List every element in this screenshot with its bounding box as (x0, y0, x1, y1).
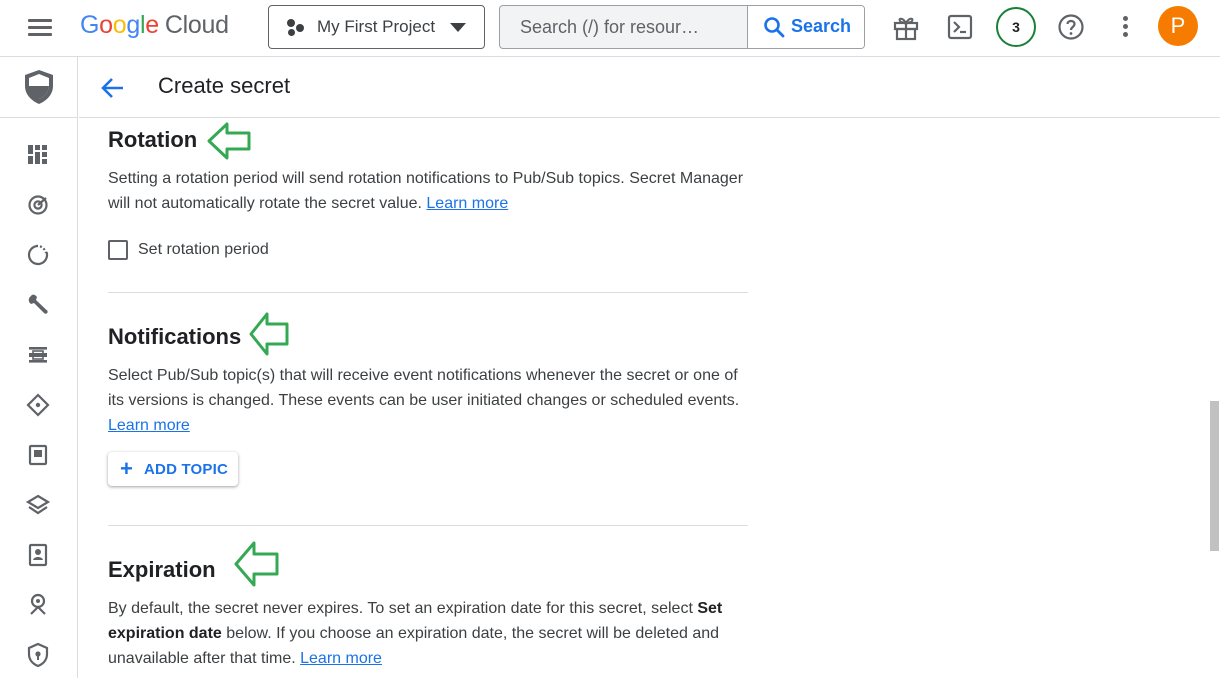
project-icon (287, 19, 305, 37)
expiration-learn-more-link[interactable]: Learn more (300, 650, 382, 667)
project-picker[interactable]: My First Project (268, 5, 485, 49)
rotation-description: Setting a rotation period will send rota… (108, 170, 744, 212)
shield-icon[interactable] (22, 68, 56, 106)
search-button-label: Search (791, 16, 852, 36)
help-icon[interactable] (1055, 11, 1087, 43)
page-header: Create secret (79, 57, 1220, 118)
lock-doc-icon[interactable] (24, 441, 52, 469)
gift-icon[interactable] (890, 11, 922, 43)
main-menu-icon[interactable] (28, 17, 54, 37)
notifications-title: Notifications (108, 324, 242, 349)
project-name: My First Project (317, 17, 436, 36)
target-icon[interactable] (24, 191, 52, 219)
expiration-title: Expiration (108, 557, 216, 582)
more-options-icon[interactable] (1122, 16, 1130, 38)
scrollbar-thumb[interactable] (1210, 401, 1219, 551)
list-icon[interactable] (24, 341, 52, 369)
add-topic-button[interactable]: + ADD TOPIC (108, 452, 238, 486)
shield-small-icon[interactable] (24, 641, 52, 669)
annotation-arrow-icon (234, 541, 279, 587)
badge-icon[interactable] (24, 541, 52, 569)
left-nav-rail (0, 57, 78, 678)
plus-icon: + (120, 456, 133, 481)
wrench-icon[interactable] (24, 291, 52, 319)
section-divider (108, 292, 748, 293)
set-rotation-period-checkbox[interactable] (108, 240, 128, 260)
search-button[interactable]: Search (747, 6, 864, 48)
add-topic-label: ADD TOPIC (144, 461, 229, 478)
notifications-learn-more-link[interactable]: Learn more (108, 417, 190, 434)
product-header (0, 57, 78, 118)
dashboard-icon[interactable] (24, 141, 52, 169)
top-bar: Google Cloud My First Project Search (/)… (0, 0, 1220, 57)
search-icon (764, 17, 785, 38)
chevron-down-icon (450, 23, 466, 32)
annotation-arrow-icon (249, 312, 289, 356)
refresh-icon[interactable] (24, 241, 52, 269)
notifications-description: Select Pub/Sub topic(s) that will receiv… (108, 367, 740, 434)
rotation-learn-more-link[interactable]: Learn more (426, 195, 508, 212)
expiration-description: By default, the secret never expires. To… (108, 600, 723, 667)
layers-icon[interactable] (24, 491, 52, 519)
back-arrow-icon[interactable] (99, 74, 127, 102)
main-content: Rotation Setting a rotation period will … (79, 118, 1209, 678)
annotation-arrow-icon (207, 122, 251, 160)
diamond-icon[interactable] (24, 391, 52, 419)
key-icon[interactable] (24, 591, 52, 619)
set-rotation-period-label[interactable]: Set rotation period (138, 241, 269, 259)
avatar[interactable]: P (1158, 6, 1198, 46)
search-bar: Search (499, 5, 865, 49)
page-title: Create secret (158, 73, 291, 98)
search-input[interactable] (500, 6, 747, 48)
google-cloud-logo[interactable]: Google Cloud (80, 11, 229, 40)
notifications-badge[interactable]: 3 (996, 7, 1036, 47)
cloud-shell-icon[interactable] (944, 11, 976, 43)
page-scrollbar[interactable] (1209, 118, 1220, 678)
section-divider (108, 525, 748, 526)
rotation-title: Rotation (108, 127, 198, 152)
